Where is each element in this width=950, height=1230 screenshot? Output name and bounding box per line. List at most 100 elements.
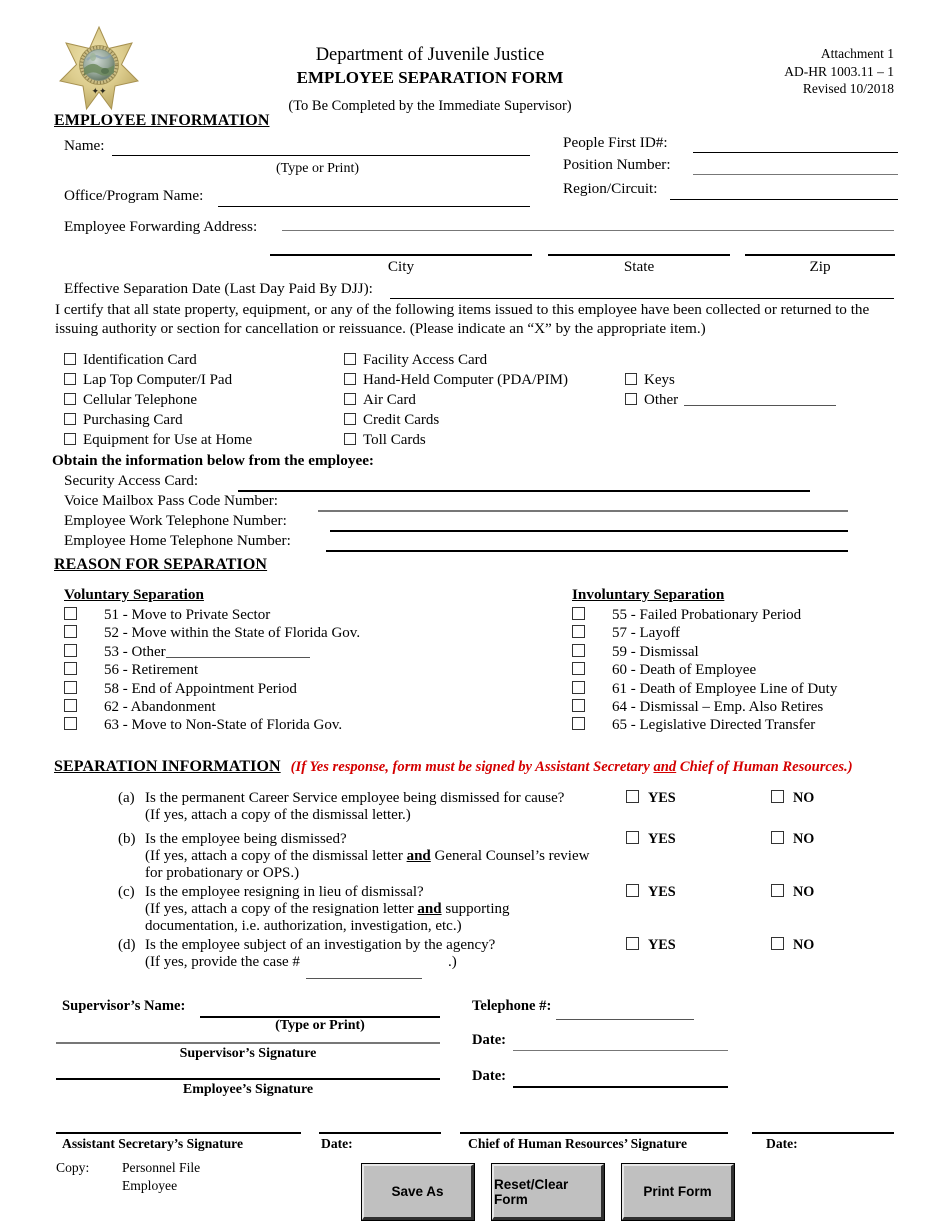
region-circuit-input[interactable] — [670, 180, 898, 197]
checkbox-cellular-telephone[interactable] — [64, 393, 76, 405]
property-item[interactable]: Hand-Held Computer (PDA/PIM) — [344, 372, 568, 392]
checkbox-question-a-yes[interactable] — [626, 790, 639, 803]
security-access-card-input[interactable] — [240, 472, 808, 489]
checkbox-64-dismissal-emp-also-retires[interactable] — [572, 698, 585, 712]
zip-input[interactable] — [747, 235, 893, 252]
chief-hr-signature-input[interactable] — [462, 1114, 726, 1131]
checkbox-58-end-of-appointment-period[interactable] — [64, 680, 77, 694]
checkbox-facility-access-card[interactable] — [344, 353, 356, 365]
property-item[interactable]: Toll Cards — [344, 432, 568, 452]
checkbox-toll-cards[interactable] — [344, 433, 356, 445]
property-item[interactable]: Identification Card — [64, 352, 252, 372]
checkbox-credit-cards[interactable] — [344, 413, 356, 425]
property-item[interactable]: Credit Cards — [344, 412, 568, 432]
other-property-input[interactable] — [687, 392, 837, 408]
checkbox-59-dismissal[interactable] — [572, 643, 585, 657]
address-line-1-input[interactable] — [284, 212, 892, 229]
reason-item[interactable]: 52 - Move within the State of Florida Go… — [64, 625, 360, 643]
reason-item[interactable]: 59 - Dismissal — [572, 643, 837, 662]
checkbox-65-legislative-directed-transfer[interactable] — [572, 717, 585, 731]
checkbox-60-death-of-employee[interactable] — [572, 662, 585, 676]
state-input[interactable] — [550, 235, 728, 252]
assistant-date-input[interactable] — [321, 1114, 439, 1131]
checkbox-55-failed-probationary-period[interactable] — [572, 607, 585, 620]
property-item[interactable]: Lap Top Computer/I Pad — [64, 372, 252, 392]
checkbox-question-c-yes[interactable] — [626, 884, 639, 897]
effective-date-input[interactable] — [392, 280, 892, 297]
reason-item[interactable]: 53 - Other — [64, 643, 360, 662]
print-form-button[interactable]: Print Form — [621, 1163, 735, 1221]
checkbox-63-move-to-non-state-florida-gov[interactable] — [64, 717, 77, 731]
question-b-yes[interactable]: YES — [626, 831, 676, 848]
checkbox-question-b-yes[interactable] — [626, 831, 639, 844]
checkbox-62-abandonment[interactable] — [64, 698, 77, 712]
checkbox-question-d-no[interactable] — [771, 937, 784, 950]
checkbox-question-b-no[interactable] — [771, 831, 784, 844]
assistant-secretary-signature-input[interactable] — [58, 1114, 299, 1131]
reason-item[interactable]: 57 - Layoff — [572, 625, 837, 643]
question-c-yes[interactable]: YES — [626, 884, 676, 901]
reason-item[interactable]: 65 - Legislative Directed Transfer — [572, 717, 837, 735]
home-telephone-row: Employee Home Telephone Number: — [64, 532, 291, 550]
property-item[interactable]: Equipment for Use at Home — [64, 432, 252, 452]
voice-mailbox-input[interactable] — [320, 492, 846, 509]
save-as-button[interactable]: Save As — [361, 1163, 475, 1221]
supervisor-signature-input[interactable] — [58, 1024, 438, 1041]
case-number-input[interactable] — [308, 952, 420, 968]
checkbox-keys[interactable] — [625, 373, 637, 385]
property-item[interactable]: Cellular Telephone — [64, 392, 252, 412]
checkbox-question-a-no[interactable] — [771, 790, 784, 803]
reason-item[interactable]: 55 - Failed Probationary Period — [572, 607, 837, 625]
property-item[interactable]: Other — [625, 392, 836, 412]
checkbox-52-move-within-florida-gov[interactable] — [64, 625, 77, 639]
reason-item[interactable]: 63 - Move to Non-State of Florida Gov. — [64, 717, 360, 735]
checkbox-equipment-for-home[interactable] — [64, 433, 76, 445]
chief-date-input[interactable] — [754, 1114, 892, 1131]
reason-item[interactable]: 62 - Abandonment — [64, 698, 360, 717]
question-c-no[interactable]: NO — [771, 884, 814, 901]
property-item[interactable]: Facility Access Card — [344, 352, 568, 372]
voluntary-other-input[interactable] — [184, 644, 326, 660]
work-telephone-input[interactable] — [332, 512, 846, 529]
checkbox-question-d-yes[interactable] — [626, 937, 639, 950]
checkbox-identification-card[interactable] — [64, 353, 76, 365]
supervisor-name-input[interactable] — [202, 998, 438, 1015]
property-item[interactable]: Keys — [625, 372, 836, 392]
city-input[interactable] — [272, 235, 530, 252]
property-item[interactable]: Purchasing Card — [64, 412, 252, 432]
assistant-secretary-signature-caption: Assistant Secretary’s Signature — [62, 1136, 243, 1151]
checkbox-laptop-ipad[interactable] — [64, 373, 76, 385]
date-2-input[interactable] — [515, 1068, 726, 1085]
date-1-input[interactable] — [515, 1032, 726, 1049]
reason-item[interactable]: 61 - Death of Employee Line of Duty — [572, 680, 837, 699]
home-telephone-input[interactable] — [328, 532, 846, 549]
reason-item[interactable]: 56 - Retirement — [64, 662, 360, 680]
checkbox-53-other[interactable] — [64, 643, 77, 657]
people-first-id-input[interactable] — [693, 134, 898, 151]
checkbox-question-c-no[interactable] — [771, 884, 784, 897]
office-program-input[interactable] — [218, 187, 530, 205]
reset-clear-form-button[interactable]: Reset/Clear Form — [491, 1163, 605, 1221]
reason-item[interactable]: 51 - Move to Private Sector — [64, 607, 360, 625]
reason-item[interactable]: 64 - Dismissal – Emp. Also Retires — [572, 698, 837, 717]
reason-item[interactable]: 60 - Death of Employee — [572, 662, 837, 680]
telephone-input[interactable] — [558, 996, 692, 1012]
checkbox-purchasing-card[interactable] — [64, 413, 76, 425]
question-d-no[interactable]: NO — [771, 937, 814, 954]
property-item[interactable]: Air Card — [344, 392, 568, 412]
position-number-input[interactable] — [693, 156, 898, 173]
employee-signature-input[interactable] — [58, 1060, 438, 1077]
checkbox-handheld-computer[interactable] — [344, 373, 356, 385]
question-a-yes[interactable]: YES — [626, 790, 676, 807]
reason-item[interactable]: 58 - End of Appointment Period — [64, 680, 360, 699]
checkbox-61-death-of-employee-line-of-duty[interactable] — [572, 680, 585, 694]
question-a-no[interactable]: NO — [771, 790, 814, 807]
name-input[interactable] — [112, 136, 530, 154]
checkbox-56-retirement[interactable] — [64, 662, 77, 676]
checkbox-57-layoff[interactable] — [572, 625, 585, 639]
question-b-no[interactable]: NO — [771, 831, 814, 848]
checkbox-air-card[interactable] — [344, 393, 356, 405]
checkbox-other-property[interactable] — [625, 393, 637, 405]
question-d-yes[interactable]: YES — [626, 937, 676, 954]
checkbox-51-move-to-private-sector[interactable] — [64, 607, 77, 620]
